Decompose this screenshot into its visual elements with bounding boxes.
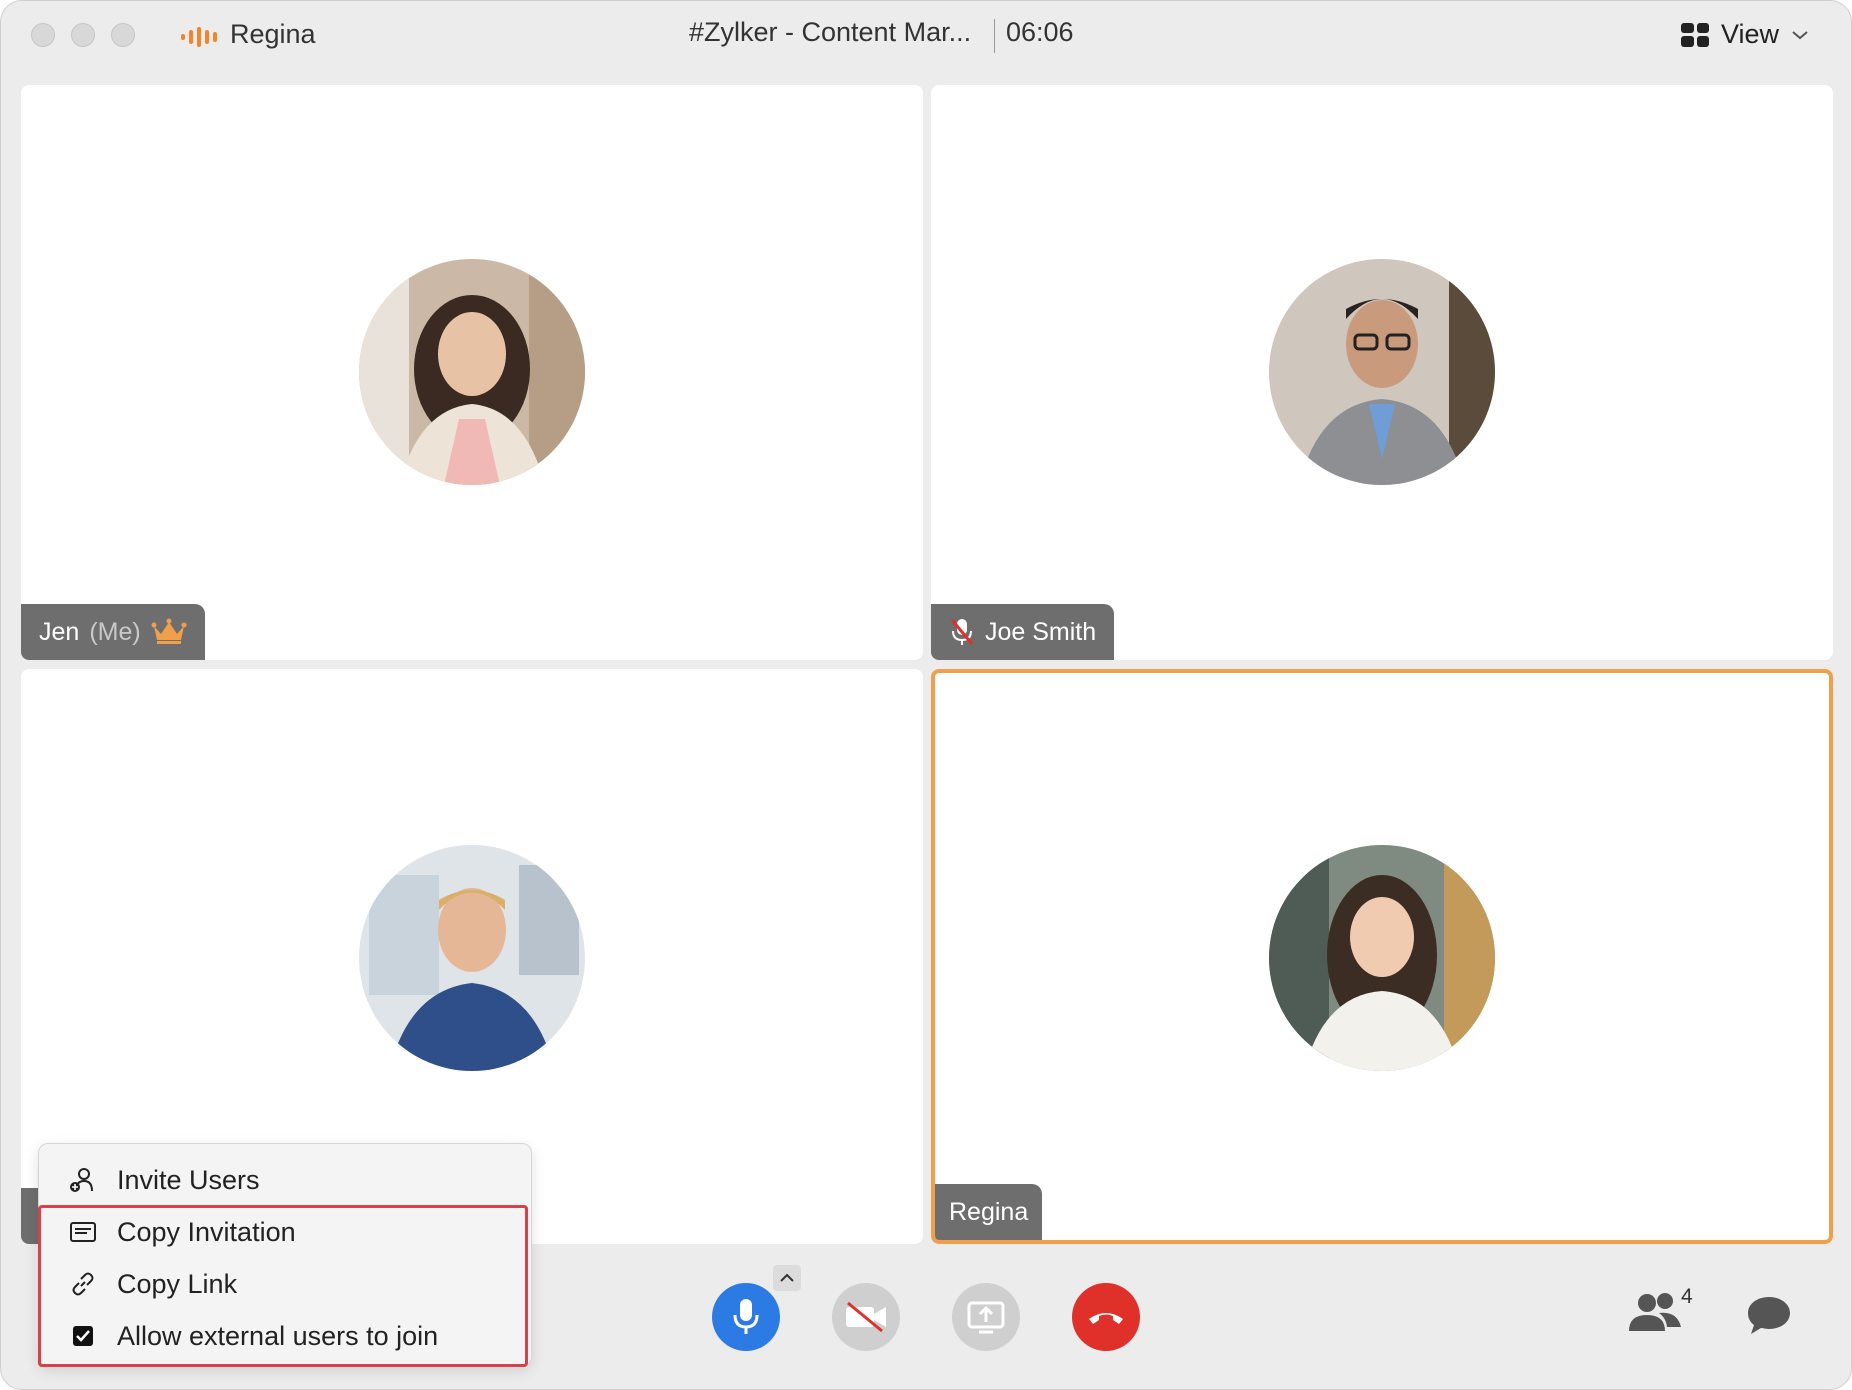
screen-share-icon (967, 1301, 1005, 1334)
participant-name-tag: Regina (935, 1184, 1043, 1240)
chevron-down-icon (1792, 30, 1808, 39)
meeting-timer: 06:06 (1006, 17, 1074, 47)
avatar (359, 845, 585, 1071)
checkbox-checked-icon[interactable] (69, 1322, 97, 1350)
avatar (1269, 845, 1495, 1071)
video-tile-jen[interactable]: Jen (Me) (21, 85, 923, 660)
participant-count: 4 (1681, 1285, 1693, 1308)
camera-button[interactable] (832, 1283, 900, 1351)
participant-name: Jen (39, 617, 80, 646)
crown-icon (151, 618, 187, 644)
close-window-button[interactable] (31, 23, 55, 47)
window-controls (31, 23, 135, 47)
grid-layout-icon (1681, 22, 1709, 47)
participants-button[interactable] (1625, 1291, 1685, 1337)
menu-item-label: Copy Link (117, 1268, 238, 1299)
microphone-button[interactable] (712, 1283, 780, 1351)
avatar (1269, 259, 1495, 485)
menu-item-label: Allow external users to join (117, 1320, 439, 1351)
participant-name: Regina (949, 1197, 1029, 1226)
menu-item-copy-link[interactable]: Copy Link (39, 1258, 531, 1310)
meeting-title: #Zylker - Content Mar... (689, 17, 972, 47)
app-user-name: Regina (230, 19, 316, 49)
title-divider (994, 19, 995, 53)
menu-item-copy-invitation[interactable]: Copy Invitation (39, 1206, 531, 1258)
view-layout-button[interactable]: View (1681, 19, 1809, 50)
zoom-window-button[interactable] (111, 23, 135, 47)
participant-name-tag: Joe Smith (931, 604, 1115, 660)
minimize-window-button[interactable] (71, 23, 95, 47)
link-icon (69, 1270, 97, 1298)
camera-off-icon (846, 1301, 886, 1333)
menu-item-label: Invite Users (117, 1164, 260, 1195)
menu-item-invite-users[interactable]: Invite Users (39, 1154, 531, 1206)
participant-name: Joe Smith (985, 617, 1097, 646)
participant-name-tag: Jen (Me) (21, 604, 205, 660)
microphone-icon (733, 1299, 759, 1334)
meeting-window: Regina #Zylker - Content Mar... 06:06 Vi… (0, 0, 1852, 1390)
invite-user-icon (69, 1166, 97, 1194)
share-screen-button[interactable] (952, 1283, 1020, 1351)
video-tile-regina[interactable]: Regina (931, 669, 1833, 1244)
invite-options-menu: Invite Users Copy Invitation Copy Link A… (38, 1143, 532, 1367)
invitation-card-icon (69, 1218, 97, 1246)
chat-button[interactable] (1745, 1293, 1793, 1337)
mic-muted-icon (950, 619, 974, 645)
view-label: View (1721, 19, 1780, 49)
hang-up-icon (1089, 1313, 1123, 1324)
chevron-up-icon (780, 1273, 794, 1282)
title-bar: Regina #Zylker - Content Mar... 06:06 Vi… (1, 1, 1851, 77)
app-logo-icon (181, 27, 217, 47)
video-tile-joe-smith[interactable]: Joe Smith (931, 85, 1833, 660)
menu-item-allow-external-users[interactable]: Allow external users to join (39, 1310, 531, 1362)
menu-item-label: Copy Invitation (117, 1216, 296, 1247)
self-indicator: (Me) (89, 617, 141, 646)
audio-options-button[interactable] (773, 1265, 801, 1291)
avatar (359, 259, 585, 485)
end-call-button[interactable] (1072, 1283, 1140, 1351)
